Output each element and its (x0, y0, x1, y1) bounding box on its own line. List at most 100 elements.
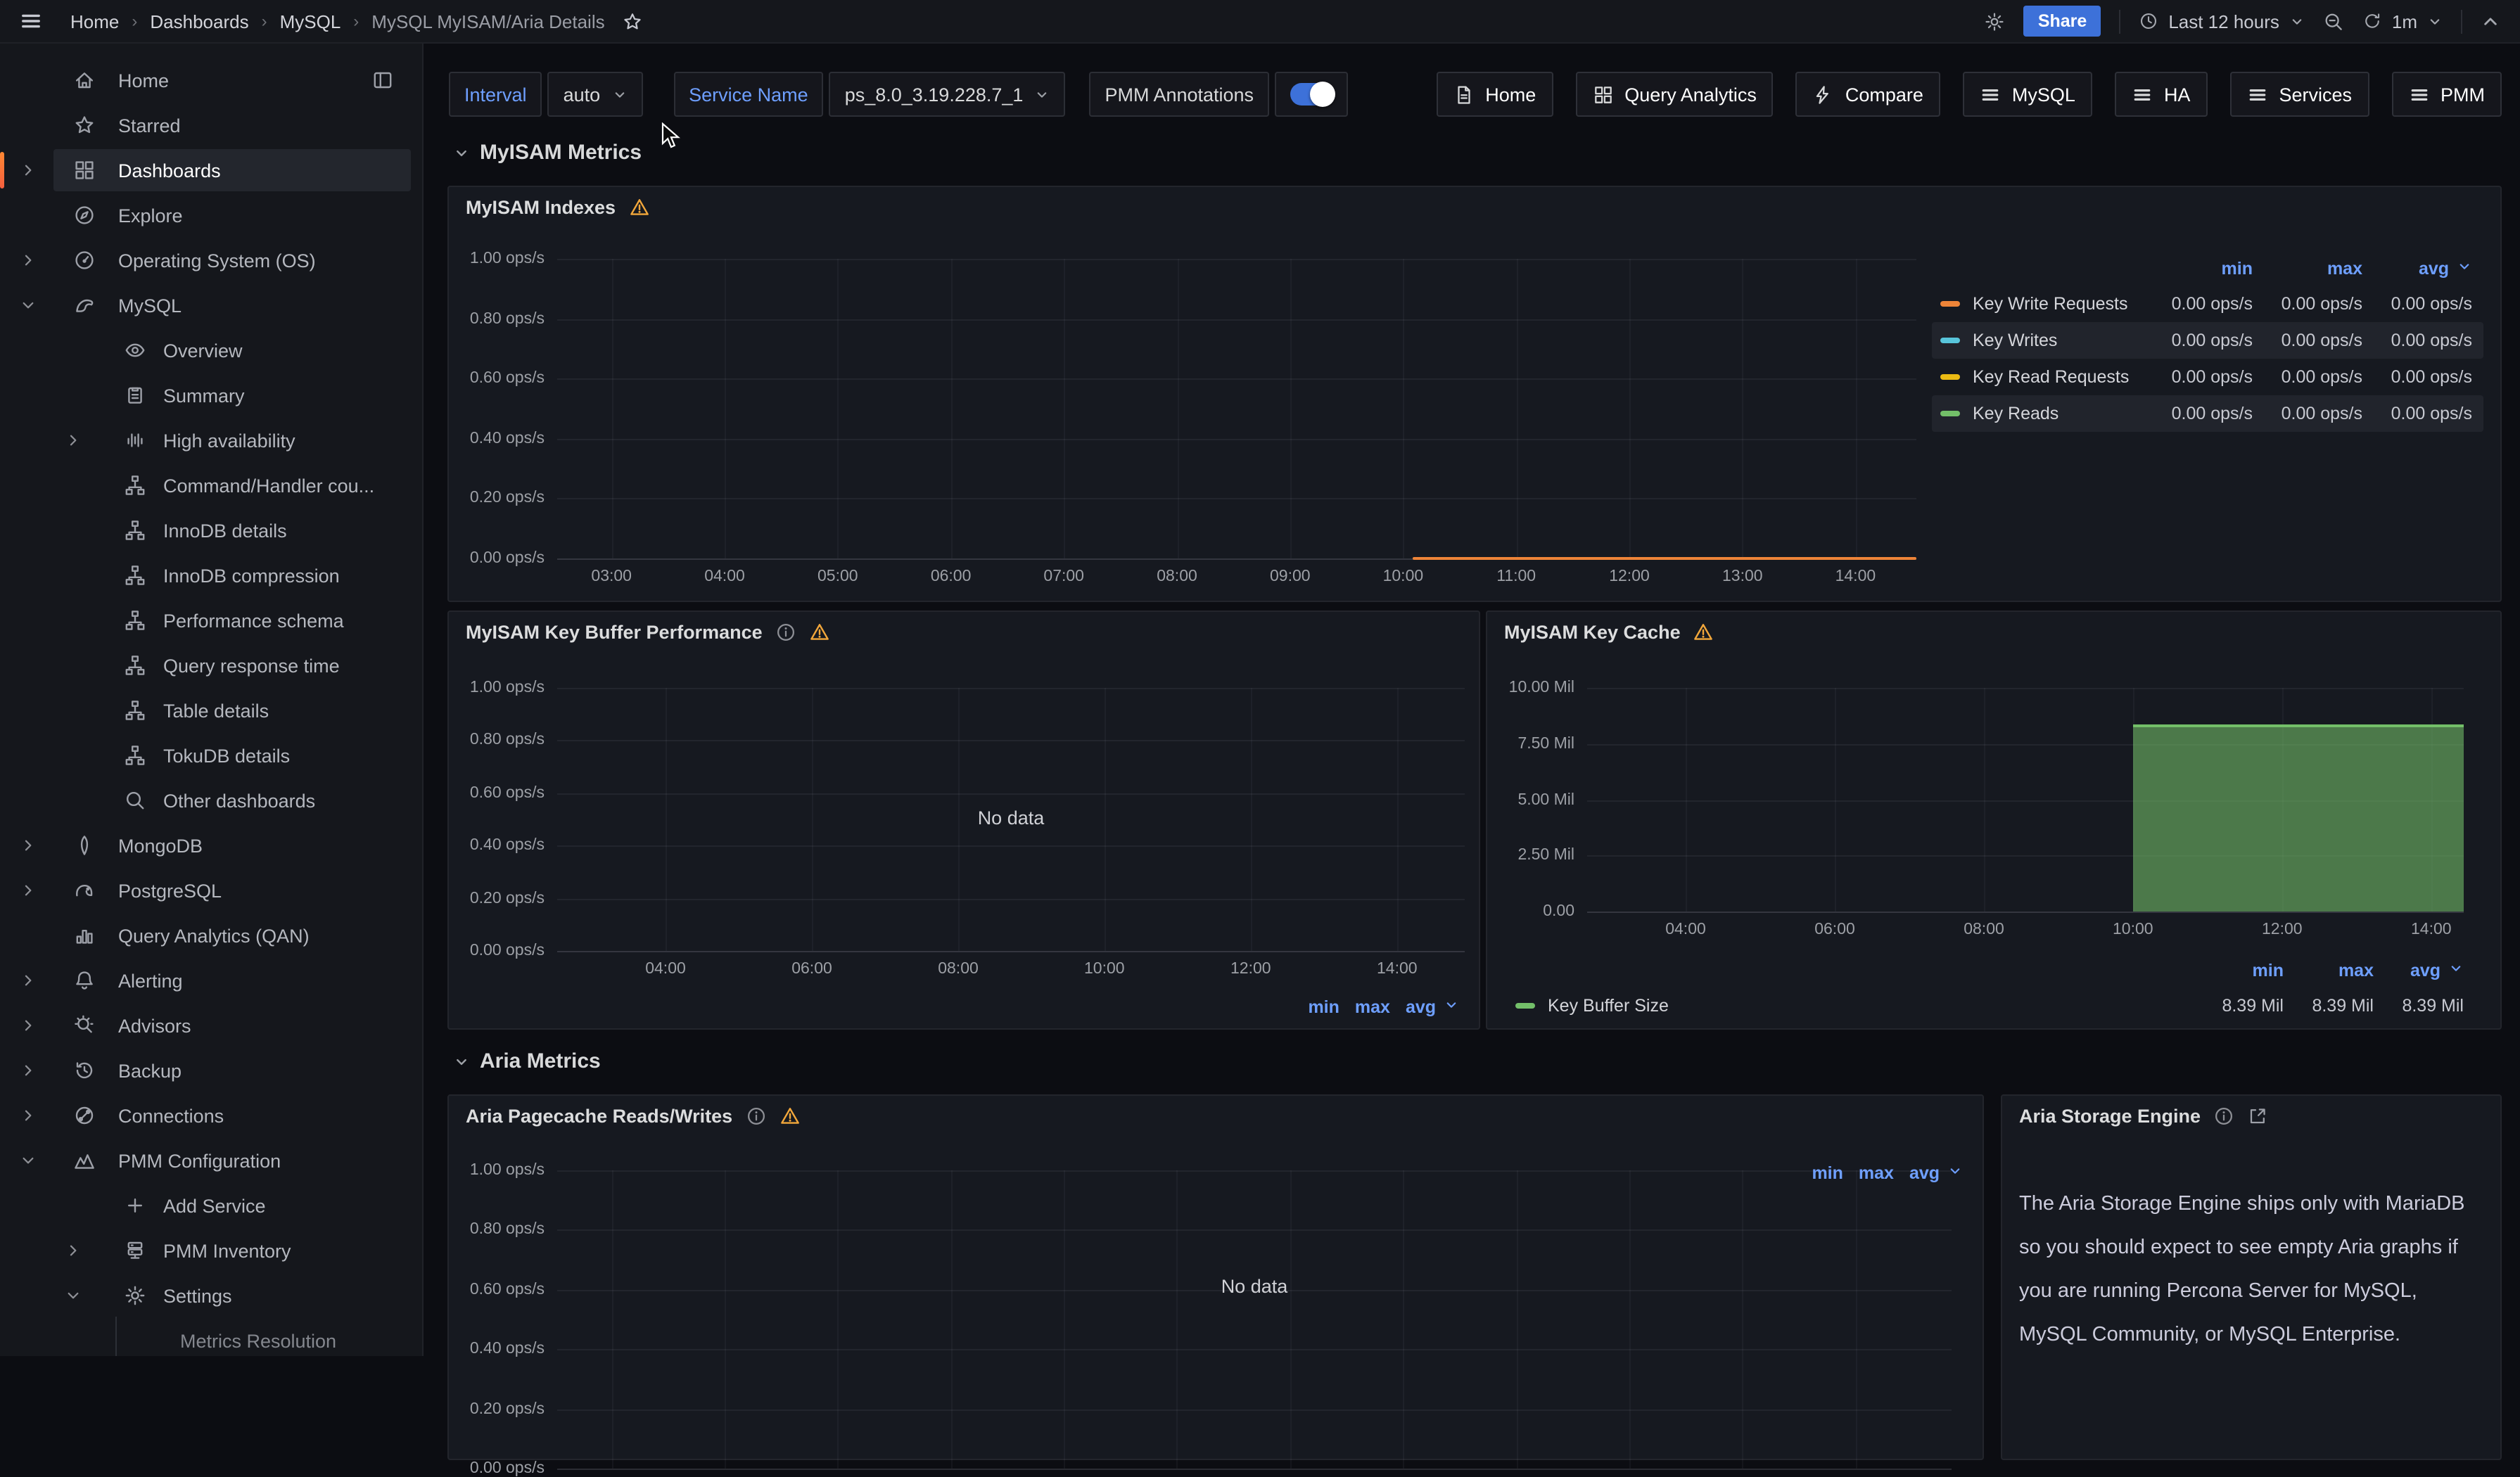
legend-sort-min[interactable]: min (2194, 961, 2284, 980)
sidebar-item-pmm-inventory[interactable]: PMM Inventory (0, 1229, 414, 1272)
chevron-right-icon[interactable] (20, 1107, 37, 1124)
link-button-services[interactable]: Services (2229, 72, 2369, 117)
service-name-variable-select[interactable]: ps_8.0_3.19.228.7_1 (829, 72, 1066, 117)
sidebar-item-other-dashboards[interactable]: Other dashboards (0, 779, 414, 821)
info-icon[interactable] (775, 622, 796, 643)
section-aria-metrics[interactable]: Aria Metrics (453, 1049, 601, 1073)
pmm-annotations-toggle[interactable] (1275, 72, 1348, 117)
dashboard-settings-icon[interactable] (1985, 11, 2006, 32)
external-link-icon[interactable] (2247, 1106, 2268, 1127)
sidebar-item-mysql[interactable]: MySQL (0, 284, 414, 326)
panel-header[interactable]: MyISAM Indexes (466, 197, 649, 218)
legend-calc-avg[interactable]: avg (1406, 997, 1459, 1017)
chevron-right-icon[interactable] (20, 837, 37, 854)
warning-icon[interactable] (1693, 622, 1714, 643)
legend-sort-max[interactable]: max (2253, 259, 2362, 279)
legend-sort-min[interactable]: min (2143, 259, 2253, 279)
sidebar-item-query-response-time[interactable]: Query response time (0, 644, 414, 686)
link-button-compare[interactable]: Compare (1796, 72, 1940, 117)
chevron-right-icon[interactable] (65, 432, 82, 449)
sidebar-item-connections[interactable]: Connections (0, 1094, 414, 1137)
chevron-right-icon[interactable] (20, 1017, 37, 1034)
sidebar-item-home[interactable]: Home (0, 59, 414, 101)
breadcrumb-item[interactable]: MySQL MyISAM/Aria Details (371, 11, 604, 32)
sidebar-item-high-availability[interactable]: High availability (0, 419, 414, 461)
sidebar-item-postgresql[interactable]: PostgreSQL (0, 869, 414, 912)
collapse-controls-icon[interactable] (2481, 11, 2500, 31)
breadcrumb-item[interactable]: Home (70, 11, 119, 32)
sidebar-item-command-handler-cou[interactable]: Command/Handler cou... (0, 464, 414, 506)
chevron-down-icon[interactable] (20, 1152, 37, 1169)
warning-icon[interactable] (779, 1106, 800, 1127)
legend-series-label[interactable]: Key Buffer Size (1515, 996, 2194, 1016)
link-button-home[interactable]: Home (1436, 72, 1553, 117)
sidebar-item-table-details[interactable]: Table details (0, 689, 414, 731)
service-name-variable-label[interactable]: Service Name (673, 72, 824, 117)
link-button-mysql[interactable]: MySQL (1963, 72, 2092, 117)
chevron-right-icon[interactable] (65, 1242, 82, 1259)
sidebar-item-innodb-compression[interactable]: InnoDB compression (0, 554, 414, 596)
time-range-picker[interactable]: Last 12 hours (2139, 11, 2305, 32)
chevron-right-icon[interactable] (20, 252, 37, 269)
warning-icon[interactable] (628, 197, 649, 218)
sidebar-item-innodb-details[interactable]: InnoDB details (0, 509, 414, 551)
link-button-ha[interactable]: HA (2115, 72, 2208, 117)
breadcrumb-item[interactable]: Dashboards (150, 11, 248, 32)
legend-calc-max[interactable]: max (1355, 997, 1390, 1017)
sidebar-item-performance-schema[interactable]: Performance schema (0, 599, 414, 641)
sidebar-item-operating-system-os[interactable]: Operating System (OS) (0, 239, 414, 281)
legend-sort-avg[interactable]: avg (2362, 259, 2472, 279)
chevron-down-icon[interactable] (20, 297, 37, 314)
chevron-right-icon[interactable] (20, 972, 37, 989)
timeseries-chart[interactable]: 1.00 ops/s0.80 ops/s0.60 ops/s0.40 ops/s… (557, 1170, 1952, 1469)
legend-sort-max[interactable]: max (2284, 961, 2374, 980)
zoom-out-icon[interactable] (2323, 11, 2344, 32)
panel-header[interactable]: MyISAM Key Cache (1504, 622, 1714, 643)
section-myisam-metrics[interactable]: MyISAM Metrics (453, 141, 642, 165)
panel-header[interactable]: Aria Pagecache Reads/Writes (466, 1106, 800, 1127)
sidebar-item-overview[interactable]: Overview (0, 329, 414, 371)
refresh-picker[interactable]: 1m (2362, 11, 2443, 32)
link-button-pmm[interactable]: PMM (2391, 72, 2502, 117)
timeseries-chart[interactable]: 1.00 ops/s0.80 ops/s0.60 ops/s0.40 ops/s… (557, 259, 1916, 558)
legend-calc-min[interactable]: min (1308, 997, 1339, 1017)
sidebar-item-settings[interactable]: Settings (0, 1274, 414, 1317)
breadcrumb-item[interactable]: MySQL (280, 11, 341, 32)
sidebar-item-starred[interactable]: Starred (0, 104, 414, 146)
sidebar-item-mongodb[interactable]: MongoDB (0, 824, 414, 867)
info-icon[interactable] (2213, 1106, 2234, 1127)
info-icon[interactable] (745, 1106, 766, 1127)
sidebar-item-query-analytics-qan[interactable]: Query Analytics (QAN) (0, 914, 414, 957)
panel-header[interactable]: MyISAM Key Buffer Performance (466, 622, 830, 643)
interval-variable-label[interactable]: Interval (449, 72, 542, 117)
legend-series-label[interactable]: Key Write Requests (1940, 294, 2143, 314)
sidebar-item-advisors[interactable]: Advisors (0, 1004, 414, 1047)
chevron-right-icon[interactable] (20, 882, 37, 899)
legend-series-label[interactable]: Key Reads (1940, 404, 2143, 423)
warning-icon[interactable] (809, 622, 830, 643)
interval-variable-select[interactable]: auto (548, 72, 643, 117)
chevron-right-icon[interactable] (20, 1062, 37, 1079)
sidebar-item-alerting[interactable]: Alerting (0, 959, 414, 1002)
sidebar-item-pmm-configuration[interactable]: PMM Configuration (0, 1139, 414, 1182)
timeseries-chart[interactable]: 10.00 Mil7.50 Mil5.00 Mil2.50 Mil0.0004:… (1587, 688, 2464, 912)
legend-series-label[interactable]: Key Writes (1940, 331, 2143, 350)
chevron-right-icon[interactable] (20, 162, 37, 179)
timeseries-chart[interactable]: 1.00 ops/s0.80 ops/s0.60 ops/s0.40 ops/s… (557, 688, 1465, 951)
link-button-query-analytics[interactable]: Query Analytics (1575, 72, 1774, 117)
sidebar-item-dashboards[interactable]: Dashboards (0, 149, 414, 191)
sidebar-item-backup[interactable]: Backup (0, 1049, 414, 1092)
sidebar-item-summary[interactable]: Summary (0, 374, 414, 416)
sidebar-item-add-service[interactable]: Add Service (0, 1184, 414, 1227)
panel-header[interactable]: Aria Storage Engine (2019, 1106, 2268, 1127)
legend-sort-avg[interactable]: avg (2374, 961, 2464, 980)
share-button[interactable]: Share (2024, 6, 2101, 37)
menu-icon[interactable] (20, 10, 42, 32)
sidebar-item-tokudb-details[interactable]: TokuDB details (0, 734, 414, 776)
sidebar-item-explore[interactable]: Explore (0, 194, 414, 236)
legend-series-label[interactable]: Key Read Requests (1940, 367, 2143, 387)
dock-sidebar-icon[interactable] (371, 69, 394, 91)
favorite-star-icon[interactable] (622, 11, 643, 32)
chevron-down-icon[interactable] (65, 1287, 82, 1304)
sidebar-item-metrics-resolution[interactable]: Metrics Resolution (0, 1319, 414, 1356)
